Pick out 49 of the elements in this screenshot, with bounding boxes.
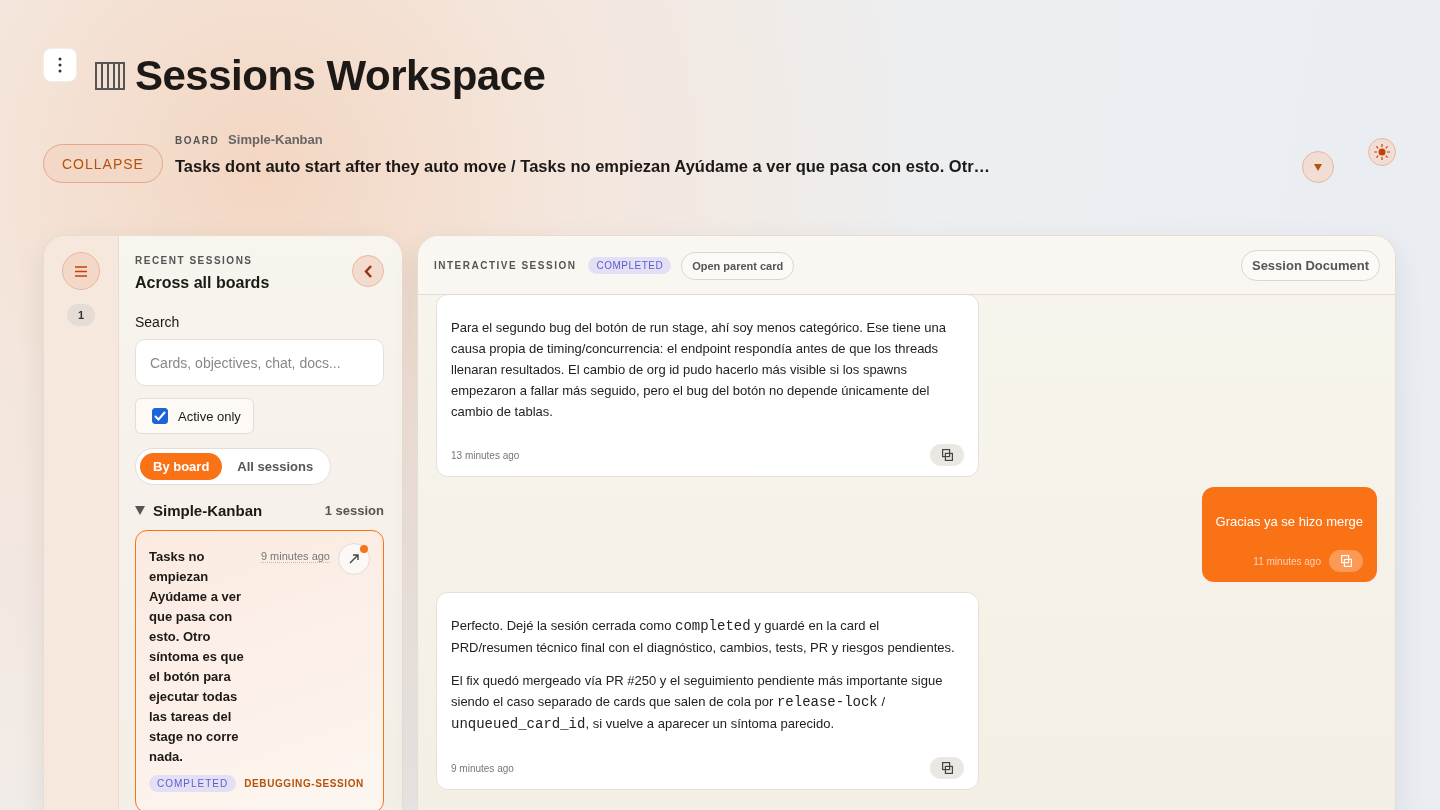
session-count: 1 session [324,503,384,518]
session-card[interactable]: Tasks no empiezan Ayúdame a ver que pasa con esto. Otro síntoma es que el botón para ejecutar todas las tareas del stage no corre nada. 9 minutes ago COMPLETED DEBUGGING-SESSION [135,530,384,810]
copy-icon [941,449,953,461]
section-label: INTERACTIVE SESSION [434,260,577,271]
search-label: Search [135,314,181,330]
section-label: RECENT SESSIONS [135,255,254,266]
search-field[interactable]: Cards, objectives, chat, docs... [135,339,384,386]
open-button[interactable] [338,543,370,575]
sun-icon [1374,144,1390,160]
message-text: Gracias ya se hizo merge [1215,513,1363,531]
copy-icon [941,762,953,774]
menu-button[interactable] [62,252,100,290]
timestamp: 9 minutes ago [451,761,514,776]
message-text: Perfecto. Dejé la sesión cerrada como completed y guardé en la card el PRD/resumen técnico final con el diagnóstico, cambios, tests, PR y riesgos pendientes. [451,617,956,657]
arrow-up-right-icon [349,554,359,564]
message-text: Para el segundo bug del botón de run stage, ahí soy menos categórico. Ese tiene una causa propia de timing/concurrencia: el endpoint respondía antes de que los threads llenaran resultados. El cambio de org id pudo hacerlo más visible si los spawns empezaron a fallar más seguido, pero el bug del botón no depende únicamente del cambio de tablas. [451,319,948,421]
session-title: Tasks dont auto start after they auto move / Tasks no empiezan Ayúdame a ver que pasa con esto. Otr… [174,157,992,176]
copy-button[interactable] [930,757,964,779]
collapse-button[interactable]: COLLAPSE [43,144,163,183]
menu-icon [75,265,87,277]
section-title: Across all boards [135,274,270,292]
chevron-left-icon [364,264,372,278]
session-tag: DEBUGGING-SESSION [244,778,364,789]
group-name: Simple-Kanban [153,502,264,519]
timestamp: 13 minutes ago [451,448,520,463]
count-badge: 1 [66,304,96,326]
checkmark-icon [154,411,166,421]
open-parent-button[interactable]: Open parent card [681,251,795,280]
expand-button[interactable] [1302,151,1334,183]
columns-icon [95,62,125,90]
copy-button[interactable] [930,444,964,466]
status-badge: COMPLETED [149,775,237,792]
expand-toggle-icon[interactable] [135,506,145,515]
active-only-checkbox[interactable]: Active only [135,398,254,434]
timestamp: 11 minutes ago [1253,554,1321,569]
caret-down-icon [1313,163,1323,171]
more-icon [58,57,62,73]
page-title: Sessions Workspace [135,52,546,100]
timestamp: 9 minutes ago [260,550,330,563]
view-tab[interactable]: All sessions [224,453,327,480]
board-name: Simple-Kanban [228,132,323,147]
status-badge: COMPLETED [588,257,672,274]
session-title: Tasks no empiezan Ayúdame a ver que pasa con esto. Otro síntoma es que el botón para ejecutar todas las tareas del stage no corre nada. [149,548,245,766]
board-label: BOARD [174,135,220,146]
copy-icon [1340,555,1352,567]
message-text: El fix quedó mergeado vía PR #250 y el seguimiento pendiente más importante sigue siendo el caso separado de cards que salen de cola por release-lock / unqueued_card_id, si vuelve a aparecer un síntoma parecido. [451,672,944,734]
theme-button[interactable] [1368,138,1396,166]
session-document-button[interactable]: Session Document [1240,250,1380,281]
back-button[interactable] [352,255,384,287]
